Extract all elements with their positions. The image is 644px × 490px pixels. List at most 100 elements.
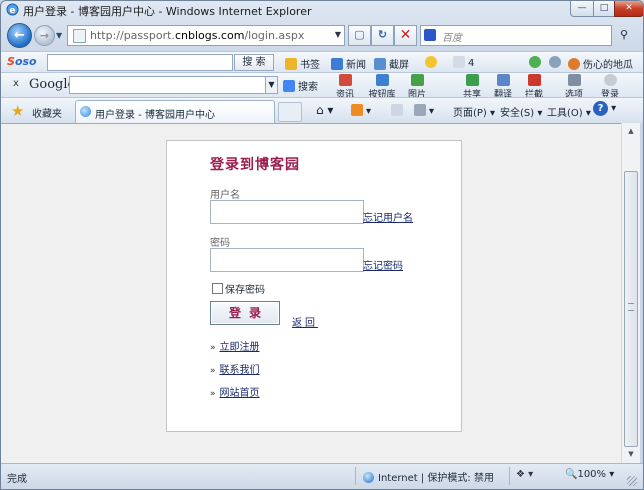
screenshot-button[interactable]: 截屏 — [374, 56, 409, 71]
search-placeholder: 百度 — [442, 33, 462, 44]
scroll-grip-icon — [628, 303, 634, 311]
login-button[interactable]: 登录 — [210, 301, 280, 325]
close-toolbar-icon[interactable]: x — [13, 78, 19, 89]
contact-link-item: » 联系我们 — [210, 361, 260, 376]
favorites-button[interactable]: 收藏夹 — [32, 105, 62, 120]
google-toolbar: x Google ▼ 搜索 资讯 按钮库 图片 共享 翻译 拦截 选项 登录 — [1, 72, 643, 100]
image-icon — [410, 74, 424, 86]
rss-feed-icon[interactable]: ▾ — [351, 104, 371, 117]
command-bar: ★ 收藏夹 用户登录 - 博客园用户中心 ⌂ ▾ ▾ ▾ 页面(P) ▾ 安全(… — [1, 97, 643, 123]
news-icon — [331, 58, 343, 70]
soso-toolbar: Soso 搜 索 书签 新闻 截屏 4 伤心的地瓜 — [1, 51, 643, 72]
button-gallery-button[interactable]: 按钮库 — [366, 73, 398, 100]
mail-count-button[interactable]: 4 — [453, 56, 474, 69]
remember-password-checkbox[interactable] — [212, 283, 223, 294]
print-icon[interactable]: ▾ — [414, 104, 434, 117]
google-g-icon — [283, 80, 295, 92]
status-divider — [509, 467, 510, 485]
google-search-button[interactable]: 搜索 — [283, 78, 318, 93]
news-info-icon — [338, 74, 352, 86]
url-prefix: http://passport. — [90, 29, 175, 42]
user-icon — [568, 58, 580, 70]
ie-logo-icon: e — [6, 3, 19, 16]
security-zone[interactable]: Internet | 保护模式: 禁用 — [363, 469, 494, 484]
scissors-icon — [374, 58, 386, 70]
scroll-down-arrow-icon[interactable]: ▼ — [622, 446, 640, 463]
new-tab-button[interactable] — [278, 102, 302, 122]
register-link[interactable]: 立即注册 — [220, 342, 260, 353]
user-button[interactable]: 伤心的地瓜 — [568, 56, 633, 71]
search-icon[interactable]: ⚲ — [613, 25, 635, 44]
url-path: /login.aspx — [244, 29, 305, 42]
address-dropdown-icon[interactable]: ▼ — [335, 30, 341, 39]
plus-icon[interactable] — [529, 56, 544, 69]
protected-mode-icon[interactable]: ❖ ▾ — [516, 469, 533, 480]
share-icon — [465, 74, 479, 86]
status-bar: 完成 Internet | 保护模式: 禁用 ❖ ▾ 🔍100% ▾ — [1, 463, 643, 489]
help-button[interactable]: ? ▾ — [593, 101, 616, 116]
smiley-button[interactable] — [425, 56, 440, 69]
read-mail-icon[interactable] — [391, 104, 406, 117]
chevron-right-icon: » — [210, 343, 216, 353]
sign-in-button[interactable]: 登录 — [598, 73, 622, 100]
svg-text:e: e — [9, 6, 15, 16]
google-dropdown-icon[interactable]: ▼ — [265, 76, 278, 94]
refresh-button[interactable]: ↻ — [371, 25, 394, 46]
search-box[interactable]: 百度 — [420, 25, 612, 46]
block-icon — [527, 74, 541, 86]
tab-login[interactable]: 用户登录 - 博客园用户中心 — [75, 100, 275, 123]
google-search-input[interactable] — [69, 76, 269, 94]
soso-search-button[interactable]: 搜 索 — [234, 54, 274, 71]
popup-blocker-button[interactable]: 拦截 — [522, 73, 546, 100]
news-info-button[interactable]: 资讯 — [333, 73, 357, 100]
address-bar[interactable]: http://passport.cnblogs.com/login.aspx ▼ — [67, 25, 345, 46]
bookmarks-button[interactable]: 书签 — [285, 56, 320, 71]
news-button[interactable]: 新闻 — [331, 56, 366, 71]
forgot-password-link[interactable]: 忘记密码 — [363, 257, 403, 272]
soso-search-input[interactable] — [47, 54, 233, 71]
scroll-up-arrow-icon[interactable]: ▲ — [622, 123, 640, 140]
forward-arrow-icon: → — [39, 28, 50, 42]
settings-icon[interactable] — [549, 56, 564, 69]
help-icon: ? — [593, 101, 608, 116]
images-button[interactable]: 图片 — [405, 73, 429, 100]
options-button[interactable]: 选项 — [559, 73, 589, 100]
home-icon[interactable]: ⌂ ▾ — [316, 103, 333, 117]
translate-button[interactable]: 翻译 — [491, 73, 515, 100]
forgot-username-link[interactable]: 忘记用户名 — [363, 209, 413, 224]
home-link-item: » 网站首页 — [210, 384, 260, 399]
site-home-link[interactable]: 网站首页 — [220, 388, 260, 399]
status-text: 完成 — [7, 474, 27, 485]
chevron-right-icon: » — [210, 366, 216, 376]
password-field[interactable] — [210, 248, 364, 272]
page-content: 登录到博客园 用户名 忘记用户名 密码 忘记密码 保存密码 登录 返回 » 立即注… — [1, 123, 621, 464]
page-icon — [73, 29, 86, 43]
sign-in-icon — [603, 74, 617, 86]
url-domain: cnblogs.com — [174, 29, 245, 42]
tools-menu[interactable]: 工具(O) ▾ — [547, 104, 591, 119]
username-field[interactable] — [210, 200, 364, 224]
favorites-star-icon[interactable]: ★ — [11, 102, 24, 120]
safety-menu[interactable]: 安全(S) ▾ — [500, 104, 542, 119]
page-menu[interactable]: 页面(P) ▾ — [453, 104, 495, 119]
stop-button[interactable]: ✕ — [394, 25, 417, 46]
address-url[interactable]: http://passport.cnblogs.com/login.aspx — [90, 29, 304, 42]
compatibility-view-button[interactable]: ▢ — [348, 25, 371, 46]
share-button[interactable]: 共享 — [460, 73, 484, 100]
resize-grip-icon[interactable] — [627, 476, 637, 486]
forward-button[interactable]: → — [34, 25, 55, 46]
scroll-thumb[interactable] — [624, 171, 638, 447]
back-button[interactable]: ← — [7, 23, 32, 48]
username-label: 用户名 — [210, 190, 240, 201]
tab-title: 用户登录 - 博客园用户中心 — [95, 110, 215, 121]
minimize-button[interactable]: — — [570, 1, 594, 17]
back-link[interactable]: 返回 — [292, 314, 318, 329]
baidu-icon — [424, 29, 436, 41]
close-button[interactable]: ✕ — [614, 1, 643, 17]
zoom-level[interactable]: 🔍100% ▾ — [565, 469, 614, 480]
maximize-button[interactable]: □ — [593, 1, 615, 17]
recent-pages-dropdown-icon[interactable]: ▼ — [56, 31, 62, 40]
contact-link[interactable]: 联系我们 — [220, 365, 260, 376]
tab-ie-icon — [80, 106, 91, 117]
vertical-scrollbar[interactable]: ▲ ▼ — [621, 123, 640, 463]
